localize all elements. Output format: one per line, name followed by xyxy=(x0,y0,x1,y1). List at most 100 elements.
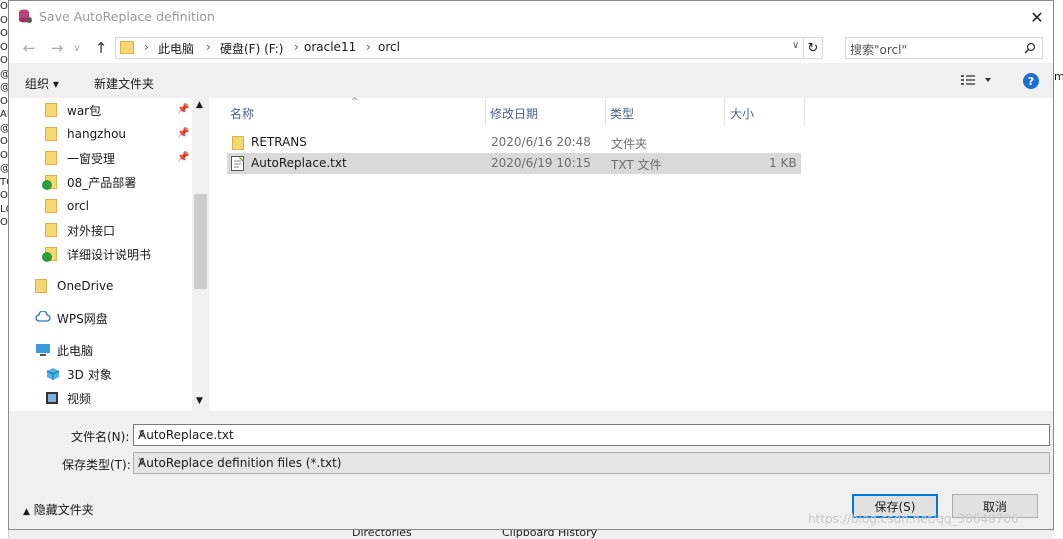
sort-ascending-icon: ^ xyxy=(351,97,359,107)
breadcrumb-oracle11[interactable]: oracle11 xyxy=(304,40,356,54)
background-char: TO xyxy=(0,176,8,188)
pin-icon[interactable]: 📌 xyxy=(177,152,189,163)
pin-icon[interactable]: 📌 xyxy=(177,128,189,139)
navigation-bar: ← → ∨ ↑ › 此电脑 › 硬盘(F) (F:) › oracle11 › … xyxy=(9,33,1053,63)
chevron-down-icon[interactable]: ∨ xyxy=(138,428,1045,439)
column-divider[interactable] xyxy=(605,98,606,126)
sidebar-item-label: 08_产品部署 xyxy=(67,175,137,190)
forward-arrow-icon: → xyxy=(50,39,64,57)
filetype-select[interactable]: AutoReplace definition files (*.txt) ∨ xyxy=(133,452,1050,474)
file-name: AutoReplace.txt xyxy=(251,156,347,170)
column-divider[interactable] xyxy=(485,98,486,126)
folder-icon xyxy=(35,279,51,293)
scroll-down-icon[interactable]: ▼ xyxy=(196,396,203,406)
sidebar-item[interactable]: 08_产品部署 xyxy=(42,171,137,193)
refresh-icon: ↻ xyxy=(807,40,819,56)
forward-button[interactable]: → xyxy=(45,37,69,59)
file-date: 2020/6/16 20:48 xyxy=(491,135,591,149)
column-header-name[interactable]: 名称 xyxy=(230,105,254,122)
sidebar-item-label: hangzhou xyxy=(67,127,127,141)
folder-icon xyxy=(45,151,61,165)
search-input[interactable]: 搜索"orcl" xyxy=(845,37,1043,59)
sidebar-item-label: orcl xyxy=(67,199,89,213)
sidebar-item-label: WPS网盘 xyxy=(57,311,108,326)
up-button[interactable]: ↑ xyxy=(89,37,113,59)
address-bar[interactable]: › 此电脑 › 硬盘(F) (F:) › oracle11 › orcl ∨ xyxy=(115,37,808,59)
background-char: @ xyxy=(0,163,9,174)
background-app-strip-right: m xyxy=(1054,0,1063,538)
sidebar-item-label: 详细设计说明书 xyxy=(67,247,152,262)
back-button[interactable]: ← xyxy=(17,37,41,59)
background-char: O xyxy=(0,14,8,26)
folder-icon xyxy=(45,127,61,141)
nav-scrollbar-thumb[interactable] xyxy=(194,194,207,289)
folder-icon xyxy=(120,41,134,54)
close-button[interactable]: ✕ xyxy=(1021,1,1053,33)
sidebar-item[interactable]: orcl xyxy=(45,195,89,217)
sidebar-item-label: 此电脑 xyxy=(57,343,94,358)
sidebar-item[interactable]: 一窗受理 xyxy=(45,147,115,169)
background-char: O xyxy=(0,55,8,66)
synced-folder-icon xyxy=(42,175,61,190)
background-char: OI xyxy=(0,136,8,147)
chevron-down-icon: ∨ xyxy=(138,456,146,467)
background-char: O xyxy=(0,1,8,12)
up-arrow-icon: ↑ xyxy=(94,39,108,57)
organize-menu[interactable]: 组织 ▾ xyxy=(25,75,59,92)
text-file-icon xyxy=(231,156,244,171)
sidebar-item[interactable]: war包 xyxy=(45,99,101,121)
file-name: RETRANS xyxy=(251,135,307,149)
help-button[interactable]: ? xyxy=(1023,73,1039,89)
column-divider[interactable] xyxy=(804,98,805,126)
column-divider[interactable] xyxy=(724,98,725,126)
sidebar-item[interactable]: WPS网盘 xyxy=(35,307,108,329)
sidebar-item[interactable]: 3D 对象 xyxy=(45,363,112,385)
background-char: O xyxy=(0,41,8,53)
breadcrumb-separator-icon: › xyxy=(366,40,371,54)
refresh-button[interactable]: ↻ xyxy=(803,37,823,59)
sidebar-item[interactable]: OneDrive xyxy=(35,275,113,297)
close-icon: ✕ xyxy=(1030,7,1044,27)
sidebar-item[interactable]: 对外接口 xyxy=(45,219,115,241)
hide-folders-toggle[interactable]: ▲ 隐藏文件夹 xyxy=(23,501,94,518)
cloud-icon xyxy=(35,310,51,325)
sidebar-item-label: war包 xyxy=(67,103,102,118)
filename-label: 文件名(N): xyxy=(71,430,130,444)
background-char: O xyxy=(0,95,8,107)
background-char: @ xyxy=(0,122,9,134)
file-row-selected[interactable]: AutoReplace.txt 2020/6/19 10:15 TXT 文件 1… xyxy=(227,153,801,174)
file-size: 1 KB xyxy=(769,156,797,170)
sidebar-item-label: 对外接口 xyxy=(67,223,116,238)
3d-objects-icon xyxy=(45,367,61,381)
breadcrumb-orcl[interactable]: orcl xyxy=(378,40,400,54)
navigation-pane: war包 📌 hangzhou 📌 一窗受理 📌 08_产品部署orcl 对外接口详细设计说明… xyxy=(9,98,209,411)
filename-input[interactable]: AutoReplace.txt ∨ xyxy=(133,424,1050,446)
file-type: 文件夹 xyxy=(611,137,648,151)
background-char: @ xyxy=(0,68,9,80)
breadcrumb-drive[interactable]: 硬盘(F) (F:) xyxy=(220,40,283,57)
hide-folders-label: 隐藏文件夹 xyxy=(33,503,94,517)
database-app-icon xyxy=(19,9,32,23)
sidebar-item[interactable]: 详细设计说明书 xyxy=(42,243,152,265)
column-header-type[interactable]: 类型 xyxy=(610,105,634,122)
background-char: AR xyxy=(0,109,8,120)
title-bar: Save AutoReplace definition ✕ xyxy=(9,1,1053,33)
address-dropdown-icon[interactable]: ∨ xyxy=(792,40,799,51)
column-header-size[interactable]: 大小 xyxy=(730,105,754,122)
sidebar-item[interactable]: 视频 xyxy=(45,387,91,409)
view-options-button[interactable] xyxy=(961,73,991,90)
sidebar-item[interactable]: 此电脑 xyxy=(35,339,93,361)
background-char: OI xyxy=(0,217,8,228)
column-header-date[interactable]: 修改日期 xyxy=(490,105,538,122)
toolbar: 组织 ▾ 新建文件夹 ? xyxy=(9,63,1053,99)
file-row-folder[interactable]: RETRANS 2020/6/16 20:48 文件夹 xyxy=(227,132,801,153)
window-title: Save AutoReplace definition xyxy=(39,9,215,24)
sidebar-item-label: 视频 xyxy=(67,391,92,406)
pin-icon[interactable]: 📌 xyxy=(177,104,189,115)
breadcrumb-this-pc[interactable]: 此电脑 xyxy=(158,40,194,57)
new-folder-button[interactable]: 新建文件夹 xyxy=(94,75,154,92)
scroll-up-icon[interactable]: ▲ xyxy=(196,100,203,110)
sidebar-item[interactable]: hangzhou xyxy=(45,123,126,145)
background-char: O xyxy=(0,28,8,39)
recent-locations-button[interactable]: ∨ xyxy=(69,37,85,59)
